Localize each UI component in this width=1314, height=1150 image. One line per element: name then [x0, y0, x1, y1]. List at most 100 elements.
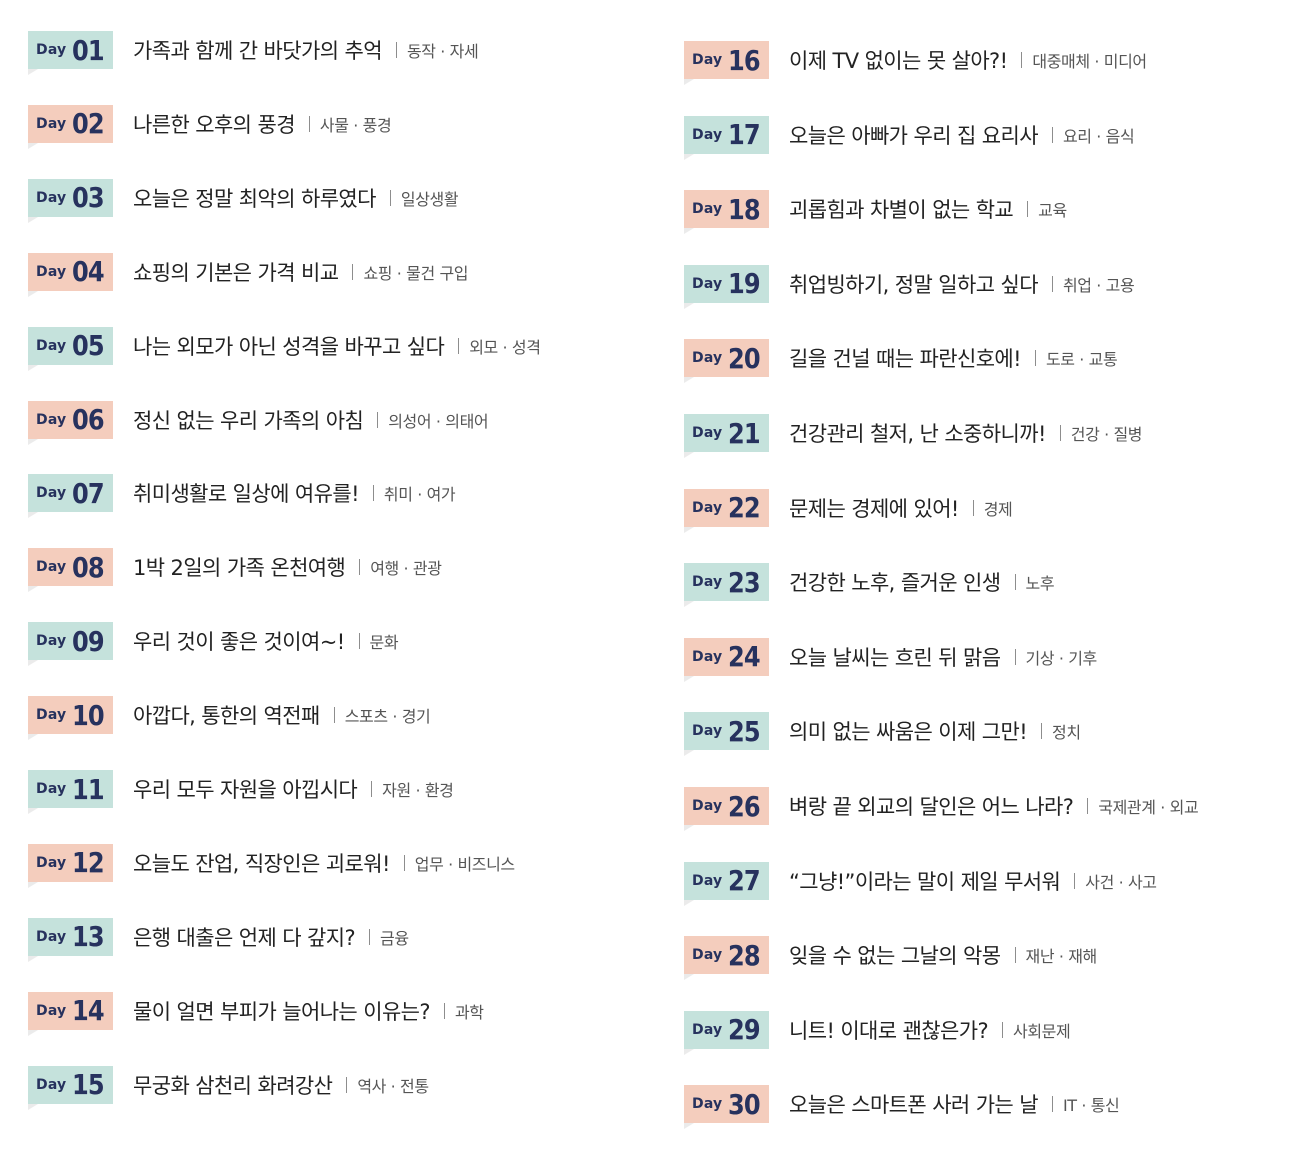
day-label: Day: [692, 947, 723, 964]
day-badge: Day 12: [28, 843, 113, 888]
day-label: Day: [692, 425, 723, 441]
separator: [1059, 425, 1061, 441]
separator: [443, 1002, 445, 1019]
list-item: Day 28 잊을 수 없는 그날의 악몽 재난 · 재해: [684, 933, 1097, 981]
lesson-category: 교육: [1038, 201, 1067, 221]
lesson-title: 1박 2일의 가족 온천여행: [133, 556, 346, 581]
list-item: Day 19 취업빙하기, 정말 일하고 싶다 취업 · 고용: [684, 262, 1135, 309]
lesson-title: 나는 외모가 아닌 성격을 바꾸고 싶다: [133, 334, 445, 359]
lesson-title: 오늘은 스마트폰 사러 가는 날: [789, 1093, 1039, 1118]
lesson-title: 쇼핑의 기본은 가격 비교: [133, 260, 339, 285]
separator: [377, 411, 379, 428]
list-item: Day 03 오늘은 정말 최악의 하루였다 일상생활: [28, 176, 459, 223]
separator: [1014, 574, 1016, 591]
day-number: 24: [728, 640, 761, 674]
lesson-title: 우리 모두 자원을 아낍시다: [133, 778, 358, 802]
lesson-category: 취미 · 여가: [383, 485, 456, 505]
list-item: Day 06 정신 없는 우리 가족의 아침 의성어 · 의태어: [28, 398, 489, 445]
day-label: Day: [692, 126, 723, 143]
lesson-title: 은행 대출은 언제 다 갚지?: [133, 925, 356, 950]
day-number: 11: [72, 772, 105, 806]
list-item: Day 02 나른한 오후의 풍경 사물 · 풍경: [28, 102, 392, 149]
day-label: Day: [692, 275, 723, 292]
lesson-title: 괴롭힘과 차별이 없는 학교: [789, 198, 1014, 223]
lesson-title: “그냥!”이라는 말이 제일 무서워: [789, 869, 1061, 894]
lesson-title: 우리 것이 좋은 것이여~!: [133, 630, 345, 655]
lesson-category: 도로 · 교통: [1045, 350, 1118, 370]
separator: [1051, 1096, 1053, 1113]
day-badge: Day 24: [684, 637, 769, 682]
list-item: Day 30 오늘은 스마트폰 사러 가는 날 IT · 통신: [684, 1082, 1120, 1130]
day-label: Day: [36, 42, 67, 58]
lesson-title: 벼랑 끝 외교의 달인은 어느 나라?: [789, 795, 1074, 819]
day-label: Day: [692, 872, 723, 889]
separator: [359, 559, 361, 576]
lesson-title: 무궁화 삼천리 화려강산: [133, 1073, 333, 1098]
day-label: Day: [692, 1096, 723, 1113]
day-number: 22: [728, 491, 761, 525]
list-item: Day 13 은행 대출은 언제 다 갚지? 금융: [28, 915, 409, 962]
list-item: Day 07 취미생활로 일상에 여유를! 취미 · 여가: [28, 471, 456, 519]
lesson-category: 건강 · 질병: [1070, 425, 1143, 444]
day-number: 30: [728, 1087, 761, 1121]
list-item: Day 26 벼랑 끝 외교의 달인은 어느 나라? 국제관계 · 외교: [684, 784, 1199, 831]
day-badge: Day 16: [684, 41, 769, 85]
day-number: 21: [728, 416, 761, 450]
day-badge: Day 17: [684, 115, 769, 160]
separator: [1014, 947, 1016, 964]
separator: [1002, 1021, 1003, 1038]
list-item: Day 09 우리 것이 좋은 것이여~! 문화: [28, 619, 399, 667]
list-item: Day 15 무궁화 삼천리 화려강산 역사 · 전통: [28, 1063, 429, 1110]
day-badge: Day 07: [28, 474, 113, 519]
day-label: Day: [36, 337, 67, 354]
day-label: Day: [36, 411, 67, 428]
day-label: Day: [36, 485, 67, 502]
list-item: Day 21 건강관리 철저, 난 소중하니까! 건강 · 질병: [684, 411, 1143, 458]
day-number: 10: [72, 698, 105, 732]
day-number: 20: [728, 341, 761, 375]
day-label: Day: [36, 1002, 67, 1019]
day-badge: Day 03: [28, 178, 113, 223]
lesson-category: 사물 · 풍경: [319, 115, 392, 135]
day-badge: Day 10: [28, 696, 113, 741]
day-number: 18: [728, 192, 761, 226]
lesson-category: 사건 · 사고: [1085, 872, 1157, 892]
separator: [1014, 648, 1016, 665]
list-item: Day 14 물이 얼면 부피가 늘어나는 이유는? 과학: [28, 989, 484, 1036]
list-item: Day 04 쇼핑의 기본은 가격 비교 쇼핑 · 물건 구입: [28, 250, 469, 297]
day-number: 04: [72, 255, 105, 289]
day-number: 14: [72, 994, 105, 1028]
lesson-title: 잊을 수 없는 그날의 악몽: [789, 944, 1001, 969]
lesson-title: 오늘은 아빠가 우리 집 요리사: [789, 123, 1039, 148]
day-number: 19: [728, 267, 761, 301]
lesson-category: 노후: [1025, 574, 1055, 594]
day-badge: Day 26: [684, 787, 769, 831]
lesson-title: 나른한 오후의 풍경: [133, 112, 296, 137]
day-label: Day: [692, 52, 723, 68]
day-badge: Day 11: [28, 770, 113, 814]
lesson-title: 물이 얼면 부피가 늘어나는 이유는?: [133, 999, 431, 1024]
list-item: Day 27 “그냥!”이라는 말이 제일 무서워 사건 · 사고: [684, 859, 1157, 906]
day-badge: Day 04: [28, 252, 113, 297]
day-badge: Day 05: [28, 326, 113, 371]
lesson-title: 취업빙하기, 정말 일하고 싶다: [789, 272, 1039, 297]
day-number: 15: [72, 1068, 105, 1102]
day-number: 01: [72, 33, 105, 67]
lesson-category: IT · 통신: [1062, 1096, 1120, 1116]
day-label: Day: [692, 723, 723, 740]
day-number: 05: [72, 329, 105, 363]
lesson-title: 오늘도 잔업, 직장인은 괴로워!: [133, 851, 390, 876]
day-number: 07: [72, 476, 105, 510]
list-item: Day 23 건강한 노후, 즐거운 인생 노후: [684, 560, 1055, 608]
separator: [1051, 275, 1053, 292]
day-number: 25: [728, 714, 761, 748]
lesson-title: 길을 건널 때는 파란신호에!: [789, 347, 1022, 372]
lesson-title: 건강한 노후, 즐거운 인생: [789, 571, 1001, 596]
lesson-category: 일상생활: [400, 189, 459, 209]
lesson-category: 여행 · 관광: [370, 559, 442, 579]
day-number: 08: [72, 550, 105, 584]
separator: [1041, 723, 1043, 740]
separator: [972, 499, 974, 516]
lesson-category: 스포츠 · 경기: [344, 707, 431, 727]
day-label: Day: [692, 499, 723, 516]
